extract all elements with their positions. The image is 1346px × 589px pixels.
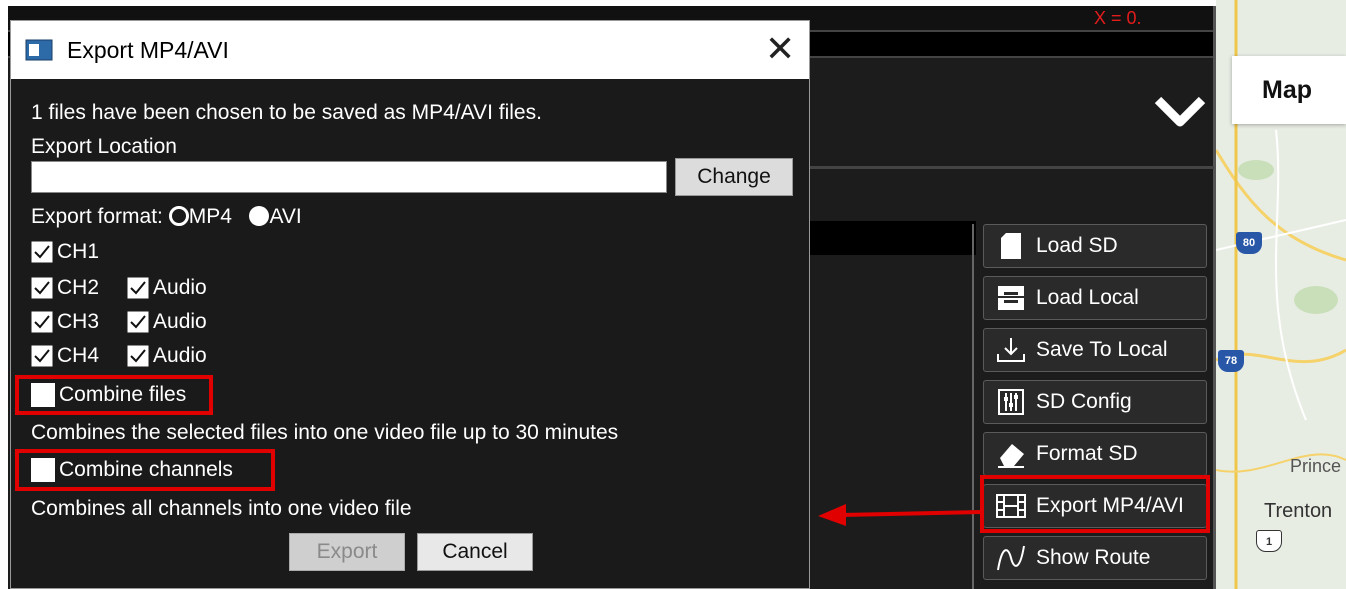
- sd-card-icon: [996, 231, 1026, 261]
- export-format-label: Export format:: [31, 205, 163, 228]
- combine-files-description: Combines the selected files into one vid…: [31, 421, 619, 444]
- combine-files-checkbox[interactable]: [31, 383, 55, 407]
- combine-channels-label: Combine channels: [59, 458, 233, 481]
- eraser-icon: [996, 439, 1026, 469]
- ch4-audio-checkbox[interactable]: [127, 345, 149, 367]
- dialog-summary: 1 files have been chosen to be saved as …: [31, 101, 542, 124]
- ch2-checkbox[interactable]: [31, 277, 53, 299]
- channel-row-ch3: CH3 Audio: [31, 310, 207, 334]
- cancel-button[interactable]: Cancel: [417, 533, 533, 571]
- download-icon: [996, 335, 1026, 365]
- dialog-title: Export MP4/AVI: [67, 37, 229, 63]
- export-location-input[interactable]: [31, 161, 667, 193]
- export-button-highlight: [980, 475, 1210, 533]
- sidebar-divider: [972, 224, 974, 589]
- export-location-label: Export Location: [31, 135, 177, 158]
- channel-row-ch1: CH1: [31, 240, 99, 264]
- combine-channels-row: Combine channels: [31, 458, 233, 482]
- ch3-audio-checkbox[interactable]: [127, 311, 149, 333]
- ch3-checkbox[interactable]: [31, 311, 53, 333]
- map-type-button[interactable]: Map: [1232, 56, 1346, 124]
- ch2-audio-checkbox[interactable]: [127, 277, 149, 299]
- channel-row-ch4: CH4 Audio: [31, 344, 207, 368]
- coordinate-readout: X = 0.: [1094, 8, 1142, 28]
- ch1-checkbox[interactable]: [31, 241, 53, 263]
- export-format-row: Export format: MP4 AVI: [31, 205, 302, 229]
- show-route-button[interactable]: Show Route: [983, 536, 1207, 580]
- interstate-78-shield: 78: [1218, 350, 1244, 372]
- callout-arrow: [818, 504, 983, 526]
- folder-stack-icon: [996, 283, 1026, 313]
- combine-channels-checkbox[interactable]: [31, 458, 55, 482]
- format-option-mp4: MP4: [188, 205, 232, 228]
- route-icon: [996, 543, 1026, 573]
- close-icon[interactable]: ✕: [765, 29, 795, 69]
- channel-row-ch2: CH2 Audio: [31, 276, 207, 300]
- us-route-1-shield: 1: [1256, 530, 1282, 552]
- sd-config-button[interactable]: SD Config: [983, 380, 1207, 424]
- format-option-avi: AVI: [269, 205, 302, 228]
- change-location-button[interactable]: Change: [675, 158, 793, 196]
- load-local-button[interactable]: Load Local: [983, 276, 1207, 320]
- window-icon: [25, 39, 53, 61]
- sd-config-icon: [996, 387, 1026, 417]
- city-label-princeton: Prince: [1290, 456, 1342, 476]
- dialog-titlebar: Export MP4/AVI ✕: [11, 21, 809, 79]
- load-sd-button[interactable]: Load SD: [983, 224, 1207, 268]
- chevron-down-icon[interactable]: [1154, 94, 1206, 128]
- format-radio-avi[interactable]: [249, 206, 270, 226]
- header-divider: [808, 166, 1214, 169]
- combine-channels-description: Combines all channels into one video fil…: [31, 497, 412, 520]
- export-button[interactable]: Export: [289, 533, 405, 571]
- save-to-local-button[interactable]: Save To Local: [983, 328, 1207, 372]
- combine-files-label: Combine files: [59, 383, 187, 406]
- city-label-trenton: Trenton: [1264, 500, 1333, 522]
- video-panel: [808, 221, 976, 255]
- map-panel[interactable]: Map 80 78 Prince Trenton 1: [1216, 0, 1346, 589]
- format-sd-button[interactable]: Format SD: [983, 432, 1207, 476]
- ch4-checkbox[interactable]: [31, 345, 53, 367]
- combine-files-row: Combine files: [31, 383, 186, 407]
- interstate-80-shield: 80: [1236, 232, 1262, 254]
- export-dialog: Export MP4/AVI ✕ 1 files have been chose…: [10, 20, 810, 589]
- format-radio-mp4[interactable]: [168, 206, 189, 226]
